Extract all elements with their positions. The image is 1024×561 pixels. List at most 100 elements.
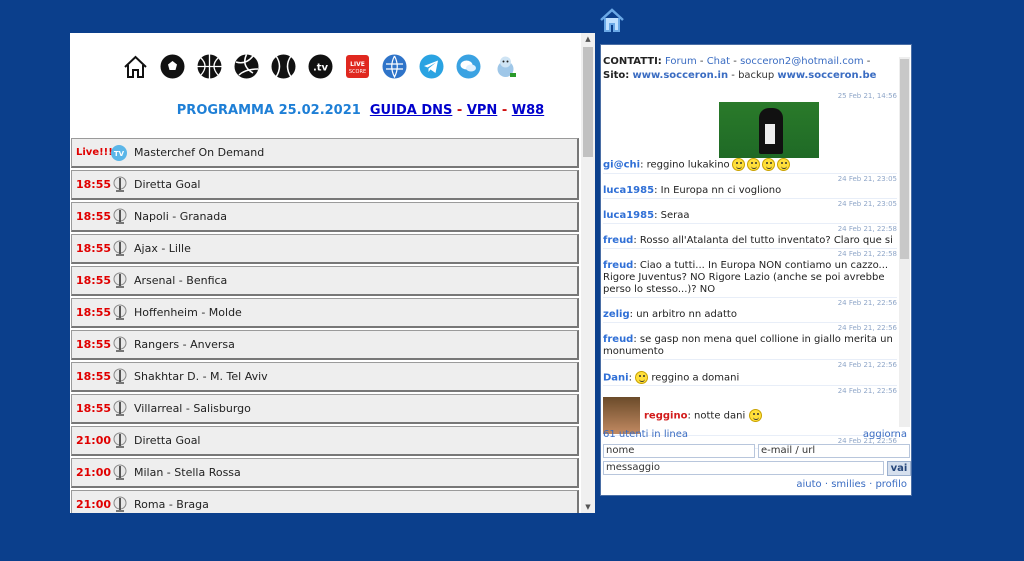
message-user[interactable]: gi@chi bbox=[603, 160, 640, 171]
match-time: 21:00 bbox=[76, 434, 112, 447]
name-field[interactable]: nome bbox=[603, 444, 755, 458]
telegram-icon[interactable] bbox=[418, 53, 445, 80]
vpn-link[interactable]: VPN bbox=[467, 103, 497, 118]
send-button[interactable]: vai bbox=[887, 461, 911, 476]
message-text: reggino a domani bbox=[651, 372, 740, 383]
message-timestamp: 24 Feb 21, 23:05 bbox=[837, 174, 897, 183]
chat-message: 24 Feb 21, 22:56 zelig: un arbitro nn ada… bbox=[603, 298, 897, 323]
message-user[interactable]: zelig bbox=[603, 309, 630, 320]
smiley-icon bbox=[749, 409, 763, 422]
volleyball-icon[interactable] bbox=[233, 53, 260, 80]
site-link[interactable]: www.socceron.in bbox=[632, 70, 728, 81]
chat-bubbles-icon[interactable] bbox=[455, 53, 482, 80]
message-timestamp: 24 Feb 21, 22:56 bbox=[837, 360, 897, 369]
chat-message: 25 Feb 21, 14:56 gi@chi: reggino lukakino bbox=[603, 91, 897, 174]
message-user[interactable]: freud bbox=[603, 260, 633, 271]
message-text: un arbitro nn adatto bbox=[636, 308, 737, 320]
match-row[interactable]: 21:00 Roma - Braga bbox=[71, 490, 579, 513]
mascot-icon[interactable] bbox=[492, 53, 519, 80]
chat-message: 24 Feb 21, 22:58 freud: Rosso all'Atalant… bbox=[603, 224, 897, 249]
match-time: 21:00 bbox=[76, 498, 112, 511]
match-row[interactable]: 18:55 Villarreal - Salisburgo bbox=[71, 394, 579, 424]
trophy-icon bbox=[110, 336, 130, 354]
email-link[interactable]: socceron2@hotmail.com bbox=[740, 56, 864, 67]
schedule-scrollbar[interactable]: ▲ ▼ bbox=[581, 33, 595, 513]
message-text: Seraa bbox=[660, 209, 690, 221]
match-time: 21:00 bbox=[76, 466, 112, 479]
scroll-thumb[interactable] bbox=[583, 47, 593, 157]
chat-message: 24 Feb 21, 23:05 luca1985: In Europa nn c… bbox=[603, 174, 897, 199]
message-timestamp: 24 Feb 21, 23:05 bbox=[837, 199, 897, 208]
profile-link[interactable]: profilo bbox=[875, 479, 907, 490]
svg-text:TV: TV bbox=[114, 150, 125, 158]
match-row[interactable]: 21:00 Diretta Goal bbox=[71, 426, 579, 456]
trophy-icon bbox=[110, 432, 130, 450]
chat-box: CONTATTI: Forum - Chat - socceron2@hotma… bbox=[600, 44, 912, 496]
match-time: 18:55 bbox=[76, 242, 112, 255]
home-icon[interactable] bbox=[122, 53, 149, 80]
help-link[interactable]: aiuto bbox=[796, 479, 821, 490]
match-name: Roma - Braga bbox=[134, 498, 209, 511]
soccer-ball-icon[interactable] bbox=[159, 53, 186, 80]
message-timestamp: 24 Feb 21, 22:56 bbox=[837, 323, 897, 332]
match-row[interactable]: 18:55 Napoli - Granada bbox=[71, 202, 579, 232]
users-online[interactable]: 61 utenti in linea bbox=[603, 429, 688, 440]
match-list: Live!!! TV Masterchef On Demand 18:55 Dirett… bbox=[71, 138, 579, 513]
message-text: reggino lukakino bbox=[646, 159, 730, 171]
chat-link[interactable]: Chat bbox=[707, 56, 730, 67]
message-user[interactable]: reggino bbox=[644, 411, 687, 422]
tv-badge-icon: TV bbox=[110, 144, 128, 162]
match-row[interactable]: 21:00 Milan - Stella Rossa bbox=[71, 458, 579, 488]
message-text: notte dani bbox=[694, 410, 746, 422]
match-row[interactable]: 18:55 Ajax - Lille bbox=[71, 234, 579, 264]
smiley-icon bbox=[635, 370, 649, 384]
chat-scroll-thumb[interactable] bbox=[900, 59, 909, 259]
message-timestamp: 24 Feb 21, 22:58 bbox=[837, 224, 897, 233]
match-row[interactable]: 18:55 Hoffenheim - Molde bbox=[71, 298, 579, 328]
forum-link[interactable]: Forum bbox=[665, 56, 697, 67]
chat-scrollbar[interactable] bbox=[899, 57, 910, 427]
home-icon[interactable] bbox=[598, 6, 626, 34]
w88-link[interactable]: W88 bbox=[512, 103, 544, 118]
schedule-panel: .tv LIVE SCORE PROGRAMMA 25.02.2021 GUIDA… bbox=[70, 33, 595, 513]
message-field[interactable]: messaggio bbox=[603, 461, 884, 475]
match-time: 18:55 bbox=[76, 338, 112, 351]
match-row[interactable]: 18:55 Diretta Goal bbox=[71, 170, 579, 200]
message-text: Ciao a tutti... In Europa NON contiamo u… bbox=[603, 259, 889, 295]
svg-text:SCORE: SCORE bbox=[349, 69, 366, 75]
match-row[interactable]: Live!!! TV Masterchef On Demand bbox=[71, 138, 579, 168]
refresh-link[interactable]: aggiorna bbox=[863, 429, 907, 440]
basketball-icon[interactable] bbox=[196, 53, 223, 80]
programma-title: PROGRAMMA 25.02.2021 bbox=[176, 103, 361, 118]
match-row[interactable]: 18:55 Shakhtar D. - M. Tel Aviv bbox=[71, 362, 579, 392]
match-time: 18:55 bbox=[76, 178, 112, 191]
message-text: In Europa nn ci vogliono bbox=[660, 184, 782, 196]
message-user[interactable]: Dani bbox=[603, 372, 629, 383]
match-row[interactable]: 18:55 Arsenal - Benfica bbox=[71, 266, 579, 296]
trophy-icon bbox=[110, 400, 130, 418]
tennis-ball-icon[interactable] bbox=[270, 53, 297, 80]
message-text: Rosso all'Atalanta del tutto inventato? … bbox=[639, 234, 893, 246]
message-user[interactable]: luca1985 bbox=[603, 185, 654, 196]
match-row[interactable]: 18:55 Rangers - Anversa bbox=[71, 330, 579, 360]
match-name: Arsenal - Benfica bbox=[134, 274, 228, 287]
message-timestamp: 24 Feb 21, 22:56 bbox=[837, 298, 897, 307]
message-user[interactable]: freud bbox=[603, 235, 633, 246]
globe-icon[interactable] bbox=[381, 53, 408, 80]
message-user[interactable]: luca1985 bbox=[603, 210, 654, 221]
scroll-down-arrow[interactable]: ▼ bbox=[581, 501, 595, 513]
tv-icon[interactable]: .tv bbox=[307, 53, 334, 80]
svg-text:.tv: .tv bbox=[313, 62, 329, 73]
match-time: 18:55 bbox=[76, 274, 112, 287]
smiley-icon bbox=[761, 158, 775, 171]
live-score-icon[interactable]: LIVE SCORE bbox=[344, 53, 371, 80]
chat-message: 24 Feb 21, 23:05 luca1985: Seraa bbox=[603, 199, 897, 224]
email-url-field[interactable]: e-mail / url bbox=[758, 444, 910, 458]
backup-site-link[interactable]: www.socceron.be bbox=[777, 70, 876, 81]
scroll-up-arrow[interactable]: ▲ bbox=[581, 33, 595, 45]
message-user[interactable]: freud bbox=[603, 334, 633, 345]
match-name: Milan - Stella Rossa bbox=[134, 466, 241, 479]
guida-dns-link[interactable]: GUIDA DNS bbox=[370, 103, 452, 118]
smilies-link[interactable]: smilies bbox=[831, 479, 866, 490]
match-name: Masterchef On Demand bbox=[134, 146, 265, 159]
